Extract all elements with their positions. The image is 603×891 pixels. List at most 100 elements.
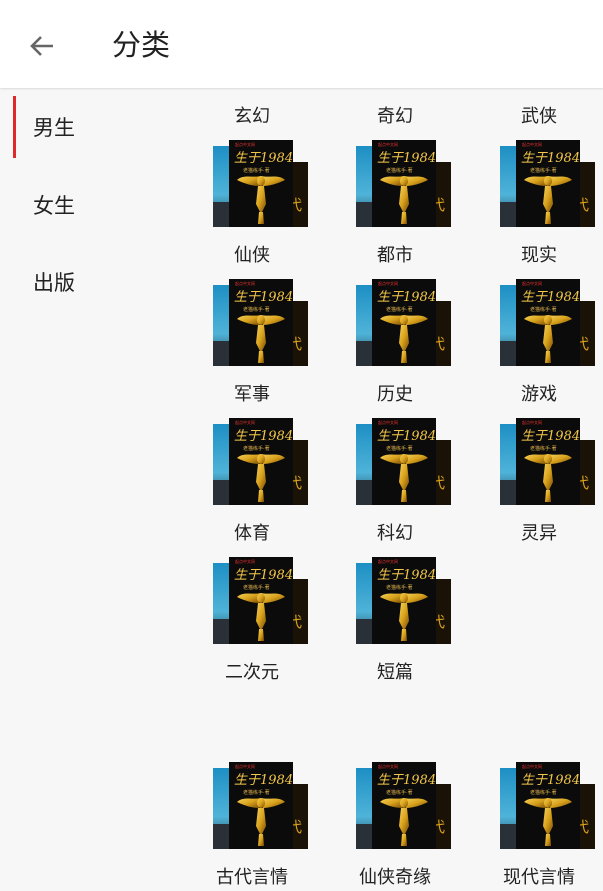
sidebar-item-label: 男生 [33,116,75,140]
book-cover-image: 代 起点中文网 生于1984 老猫练手·著 [500,418,595,505]
category-label: 现实 [521,245,557,266]
book-cover-image: 代 起点中文网 生于1984 老猫练手·著 [213,418,308,505]
category-item[interactable]: 代 起点中文网 生于1984 老猫练手·著 仙侠奇缘 [343,762,463,891]
category-item[interactable]: 代 起点中文网 生于1984 老猫练手·著 玄幻 [200,88,320,140]
cover-badge-text: 起点中文网 [235,280,255,286]
cover-title-text: 生于1984 [377,429,436,444]
cover-title-text: 生于1984 [234,773,293,788]
cover-author-text: 老猫练手·著 [386,445,413,452]
cover-title-text: 生于1984 [521,429,580,444]
category-label: 体育 [234,523,270,544]
category-item[interactable]: 代 起点中文网 生于1984 老猫练手·著 历史 [343,279,463,418]
book-cover-image: 代 起点中文网 生于1984 老猫练手·著 [500,140,595,227]
category-label: 历史 [377,384,413,405]
cover-author-text: 老猫练手·著 [530,306,557,313]
book-cover-image: 代 起点中文网 生于1984 老猫练手·著 [213,140,308,227]
category-label: 都市 [377,245,413,266]
cover-author-text: 老猫练手·著 [243,167,270,174]
cover-title-text: 生于1984 [521,151,580,166]
arrow-left-icon [30,36,53,56]
cover-badge-text: 起点中文网 [522,763,542,769]
category-label: 二次元 [225,662,279,683]
sidebar-item-male[interactable]: 男生 [0,96,200,158]
category-item[interactable]: 代 起点中文网 生于1984 老猫练手·著 奇幻 [343,88,463,140]
category-label: 灵异 [521,523,557,544]
category-item[interactable]: 代 起点中文网 生于1984 老猫练手·著 都市 [343,140,463,279]
category-item[interactable]: 代 起点中文网 生于1984 老猫练手·著 二次元 [200,557,320,696]
cover-title-text: 生于1984 [377,290,436,305]
cover-author-text: 老猫练手·著 [243,445,270,452]
cover-title-text: 生于1984 [521,290,580,305]
category-label: 仙侠奇缘 [359,867,431,888]
category-grid: 代 起点中文网 生于1984 老猫练手·著 玄幻 代 起点中文网 生于1984 … [200,88,603,891]
category-item[interactable]: 代 起点中文网 生于1984 老猫练手·著 科幻 [343,418,463,557]
cover-author-text: 老猫练手·著 [243,306,270,313]
cover-author-text: 老猫练手·著 [530,789,557,796]
category-item[interactable]: 代 起点中文网 生于1984 老猫练手·著 游戏 [487,279,603,418]
cover-badge-text: 起点中文网 [378,419,398,425]
category-item[interactable]: 代 起点中文网 生于1984 老猫练手·著 武侠 [487,88,603,140]
app-bar: 分类 [0,0,603,88]
book-cover-image: 代 起点中文网 生于1984 老猫练手·著 [356,557,451,644]
category-item[interactable]: 代 起点中文网 生于1984 老猫练手·著 灵异 [487,418,603,557]
category-item[interactable]: 代 起点中文网 生于1984 老猫练手·著 仙侠 [200,140,320,279]
category-label: 游戏 [521,384,557,405]
page-title: 分类 [112,28,171,62]
cover-badge-text: 起点中文网 [235,141,255,147]
category-label: 武侠 [521,106,557,127]
cover-title-text: 生于1984 [377,568,436,583]
back-button[interactable] [22,26,62,66]
cover-badge-text: 起点中文网 [378,141,398,147]
cover-title-text: 生于1984 [521,773,580,788]
book-cover-image: 代 起点中文网 生于1984 老猫练手·著 [213,762,308,849]
cover-badge-text: 起点中文网 [235,419,255,425]
book-cover-image: 代 起点中文网 生于1984 老猫练手·著 [356,140,451,227]
cover-badge-text: 起点中文网 [522,419,542,425]
cover-badge-text: 起点中文网 [378,280,398,286]
category-item[interactable]: 代 起点中文网 生于1984 老猫练手·著 军事 [200,279,320,418]
active-indicator [13,96,16,158]
cover-author-text: 老猫练手·著 [530,445,557,452]
cover-title-text: 生于1984 [234,568,293,583]
category-label: 奇幻 [377,106,413,127]
book-cover-image: 代 起点中文网 生于1984 老猫练手·著 [500,762,595,849]
category-label: 科幻 [377,523,413,544]
category-item[interactable]: 代 起点中文网 生于1984 老猫练手·著 古代言情 [200,762,320,891]
sidebar-item-female[interactable]: 女生 [0,174,200,236]
book-cover-image: 代 起点中文网 生于1984 老猫练手·著 [356,279,451,366]
cover-badge-text: 起点中文网 [522,280,542,286]
cover-author-text: 老猫练手·著 [243,789,270,796]
cover-title-text: 生于1984 [234,429,293,444]
cover-title-text: 生于1984 [377,773,436,788]
category-item[interactable]: 代 起点中文网 生于1984 老猫练手·著 短篇 [343,557,463,696]
cover-title-text: 生于1984 [234,290,293,305]
cover-author-text: 老猫练手·著 [386,306,413,313]
cover-badge-text: 起点中文网 [378,558,398,564]
sidebar-item-label: 女生 [33,194,75,218]
book-cover-image: 代 起点中文网 生于1984 老猫练手·著 [356,762,451,849]
cover-badge-text: 起点中文网 [378,763,398,769]
cover-title-text: 生于1984 [234,151,293,166]
book-cover-image: 代 起点中文网 生于1984 老猫练手·著 [356,418,451,505]
cover-author-text: 老猫练手·著 [530,167,557,174]
cover-author-text: 老猫练手·著 [386,789,413,796]
cover-badge-text: 起点中文网 [235,763,255,769]
cover-author-text: 老猫练手·著 [386,167,413,174]
book-cover-image: 代 起点中文网 生于1984 老猫练手·著 [213,557,308,644]
sidebar-item-publishing[interactable]: 出版 [0,251,200,313]
category-label: 现代言情 [503,867,575,888]
cover-author-text: 老猫练手·著 [243,584,270,591]
cover-title-text: 生于1984 [377,151,436,166]
category-label: 古代言情 [216,867,288,888]
category-label: 玄幻 [234,106,270,127]
category-label: 仙侠 [234,245,270,266]
category-item[interactable]: 代 起点中文网 生于1984 老猫练手·著 现实 [487,140,603,279]
book-cover-image: 代 起点中文网 生于1984 老猫练手·著 [213,279,308,366]
category-label: 短篇 [377,662,413,683]
category-item[interactable]: 代 起点中文网 生于1984 老猫练手·著 体育 [200,418,320,557]
cover-author-text: 老猫练手·著 [386,584,413,591]
book-cover-image: 代 起点中文网 生于1984 老猫练手·著 [500,279,595,366]
cover-badge-text: 起点中文网 [522,141,542,147]
sidebar: 男生 女生 出版 [0,88,200,891]
category-item[interactable]: 代 起点中文网 生于1984 老猫练手·著 现代言情 [487,762,603,891]
